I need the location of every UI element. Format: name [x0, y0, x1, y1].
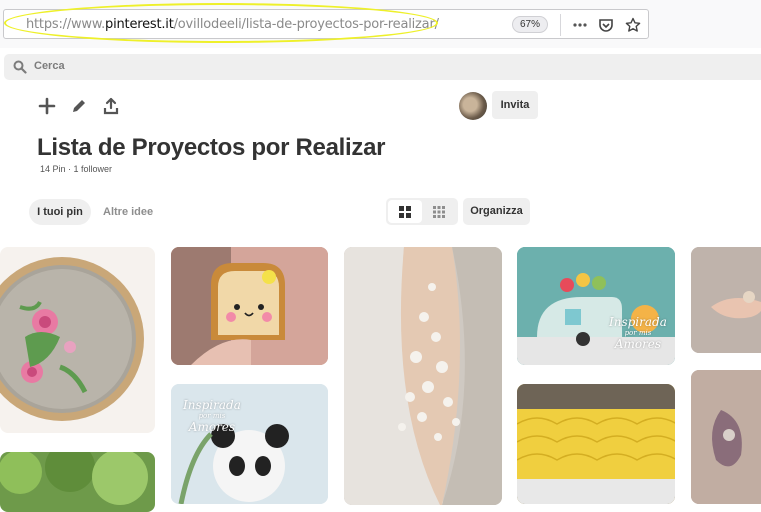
pin-image: [0, 257, 144, 421]
pin-foliage[interactable]: [0, 452, 155, 512]
zoom-level-badge[interactable]: 67%: [512, 16, 548, 33]
pin-beaded-brooch[interactable]: [691, 370, 761, 504]
edit-board-button[interactable]: [68, 95, 90, 117]
view-toggle: [386, 198, 458, 225]
share-board-button[interactable]: [100, 95, 122, 117]
invite-button[interactable]: Invita: [492, 91, 538, 119]
board-title: Lista de Proyectos por Realizar: [37, 134, 386, 161]
pin-watermark: Inspirada por mis Amores: [609, 315, 667, 351]
search-bar[interactable]: Cerca: [4, 54, 761, 80]
pin-watermark: Inspirada por mis Amores: [183, 398, 241, 434]
pin-image: [0, 452, 148, 505]
more-icon[interactable]: [570, 15, 590, 35]
large-grid-view-button[interactable]: [388, 200, 422, 223]
pin-image: [691, 247, 761, 353]
pin-beaded-dress[interactable]: [344, 247, 502, 505]
share-icon: [103, 97, 119, 115]
search-icon: [13, 60, 27, 79]
pin-yellow-crochet-bag[interactable]: [517, 384, 675, 504]
pin-image: [171, 247, 328, 365]
address-bar[interactable]: https://www.pinterest.it/ovillodeeli/lis…: [3, 9, 649, 39]
pin-image: [691, 370, 761, 504]
tab-your-pins[interactable]: I tuoi pin: [29, 199, 91, 225]
divider: [560, 14, 561, 36]
pocket-icon[interactable]: [596, 15, 616, 35]
pin-crochet-panda[interactable]: Inspirada por mis Amores: [171, 384, 328, 504]
grid-small-icon: [433, 205, 445, 218]
small-grid-view-button[interactable]: [422, 200, 456, 223]
pin-embroidery-hoop[interactable]: [0, 247, 155, 433]
search-input[interactable]: Cerca: [34, 60, 65, 72]
organize-button[interactable]: Organizza: [463, 198, 530, 225]
pin-crochet-caravan[interactable]: Inspirada por mis Amores: [517, 247, 675, 365]
pin-image: [344, 247, 502, 505]
pin-crochet-toast[interactable]: [171, 247, 328, 365]
collaborator-avatar[interactable]: [459, 92, 487, 120]
browser-toolbar: https://www.pinterest.it/ovillodeeli/lis…: [0, 0, 761, 48]
pencil-icon: [73, 100, 85, 112]
grid-large-icon: [399, 205, 411, 218]
add-pin-button[interactable]: [36, 95, 58, 117]
bookmark-star-icon[interactable]: [623, 15, 643, 35]
plus-icon: [38, 97, 56, 115]
tab-more-ideas[interactable]: Altre idee: [103, 199, 153, 225]
url-text[interactable]: https://www.pinterest.it/ovillodeeli/lis…: [26, 17, 439, 32]
pin-image: [517, 384, 675, 504]
board-stats: 14 Pin · 1 follower: [40, 164, 113, 174]
pin-hand-crochet[interactable]: [691, 247, 761, 353]
